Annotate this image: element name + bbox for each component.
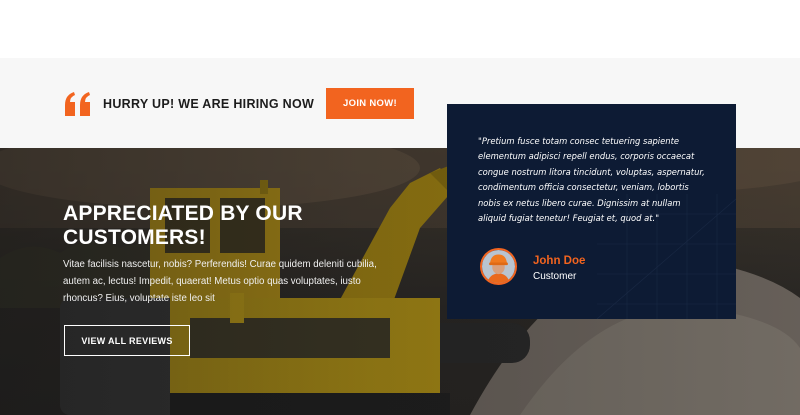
hero-title: APPRECIATED BY OUR CUSTOMERS!: [63, 202, 303, 249]
hero-description: Vitae facilisis nascetur, nobis? Perfere…: [63, 259, 377, 304]
testimonial-quote: "Pretium fusce totam consec tetuering sa…: [478, 136, 705, 224]
view-all-reviews-button[interactable]: VIEW ALL REVIEWS: [64, 325, 190, 356]
author-avatar: [480, 248, 517, 285]
author-name: John Doe: [533, 255, 586, 267]
hiring-text: HURRY UP! WE ARE HIRING NOW: [103, 97, 315, 111]
author-role: Customer: [533, 271, 577, 282]
join-now-button[interactable]: JOIN NOW!: [326, 88, 414, 119]
testimonial-card: "Pretium fusce totam consec tetuering sa…: [447, 104, 736, 319]
worker-avatar-icon: [482, 250, 515, 283]
quote-icon: [65, 92, 90, 116]
